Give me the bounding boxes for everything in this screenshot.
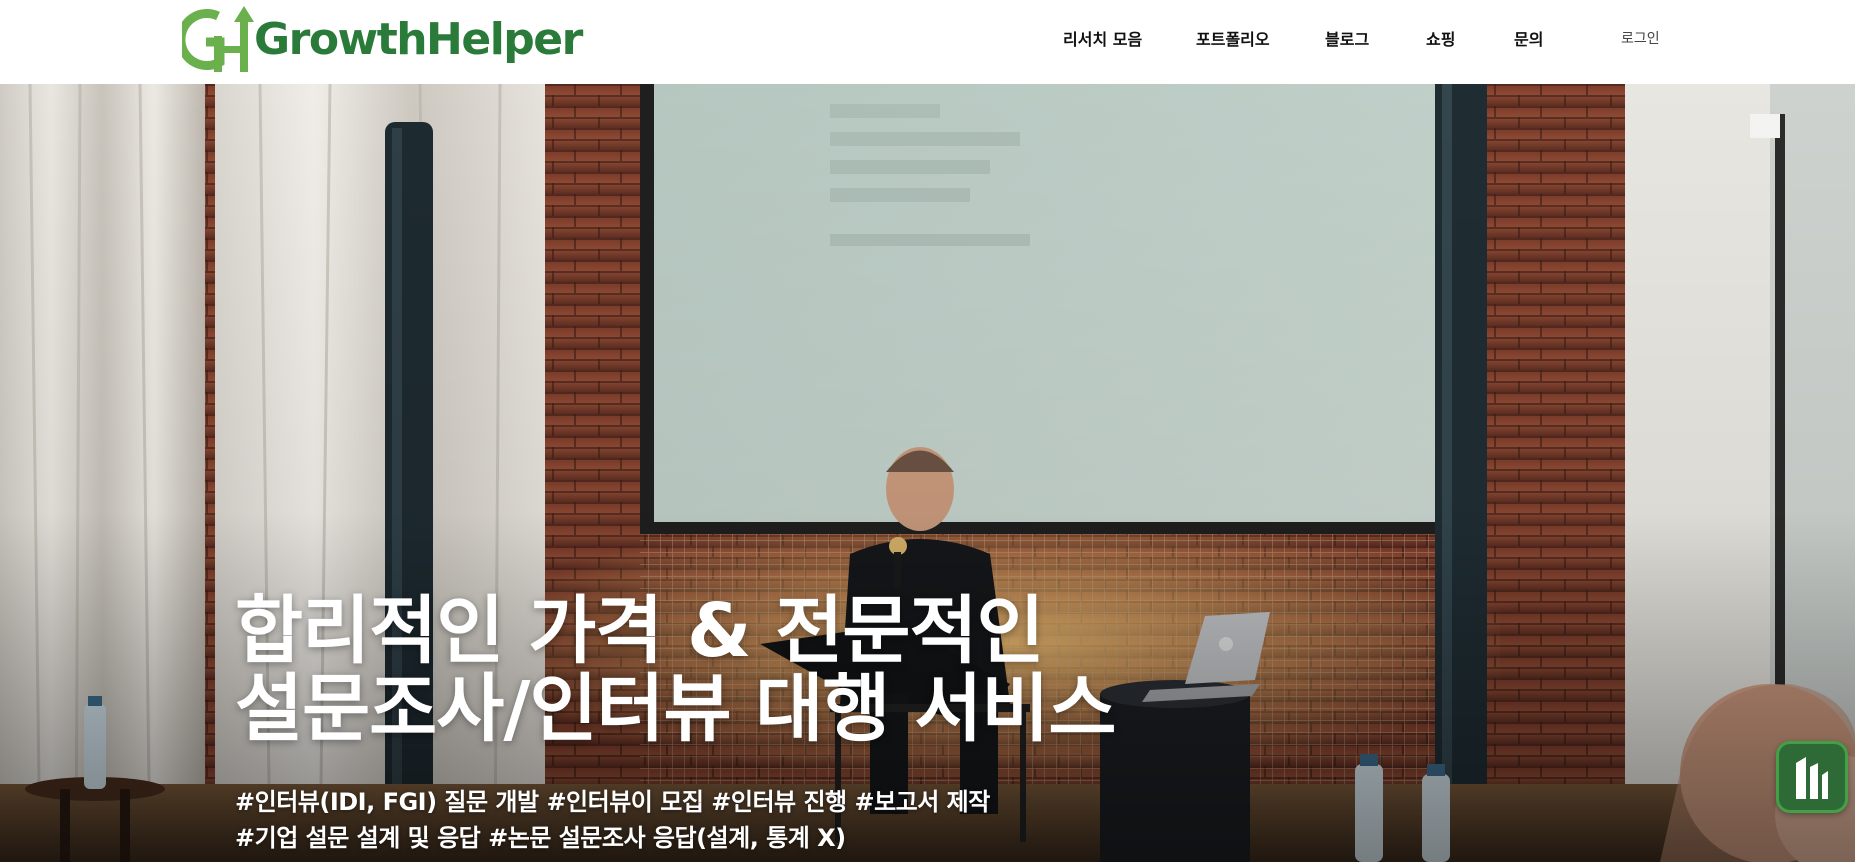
nav-item-contact[interactable]: 문의 [1514,26,1543,50]
hero-title-line: 설문조사/인터뷰 대행 서비스 [235,666,1117,752]
logo-gh-icon [182,6,254,72]
site-header: GrowthHelper 리서치 모음 포트폴리오 블로그 쇼핑 문의 로그인 [0,0,1855,84]
nav-item-research[interactable]: 리서치 모음 [1063,26,1142,50]
logo[interactable]: GrowthHelper [182,6,583,74]
floating-app-button[interactable] [1776,741,1848,813]
nav-item-shopping[interactable]: 쇼핑 [1426,26,1455,50]
nav-item-blog[interactable]: 블로그 [1325,26,1369,50]
hero-section: 합리적인 가격 & 전문적인 설문조사/인터뷰 대행 서비스 #인터뷰(IDI,… [0,84,1855,862]
app-badge-icon [1796,757,1828,799]
logo-wordmark: GrowthHelper [254,14,583,65]
hero-hashtags: #인터뷰(IDI, FGI) 질문 개발 #인터뷰이 모집 #인터뷰 진행 #보… [235,784,1335,856]
hero-title-line: 합리적인 가격 & 전문적인 [235,588,1045,674]
nav-item-portfolio[interactable]: 포트폴리오 [1196,26,1270,50]
login-link[interactable]: 로그인 [1621,28,1660,48]
hashtag-line: #인터뷰(IDI, FGI) 질문 개발 #인터뷰이 모집 #인터뷰 진행 #보… [235,788,990,816]
hashtag-line: #기업 설문 설계 및 응답 #논문 설문조사 응답(설계, 통계 X) [235,824,846,852]
hero-title: 합리적인 가격 & 전문적인 설문조사/인터뷰 대행 서비스 [235,592,1335,748]
